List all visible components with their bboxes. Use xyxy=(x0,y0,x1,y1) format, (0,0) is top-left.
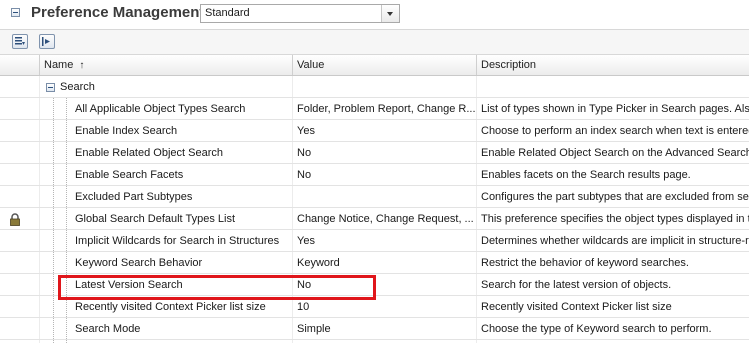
preference-description: Search for the latest version of objects… xyxy=(481,279,672,291)
collapse-all-button[interactable] xyxy=(39,34,55,49)
grid-header: Name ↑ Value Description xyxy=(0,55,749,76)
title-bar: Preference Management Standard xyxy=(0,0,749,28)
header-spacer xyxy=(0,55,39,75)
preference-name: Enable Index Search xyxy=(75,125,178,137)
preference-value: Folder, Problem Report, Change R... xyxy=(297,103,475,115)
preference-name: Implicit Wildcards for Search in Structu… xyxy=(75,235,280,247)
table-row[interactable]: All Applicable Object Types Search Folder… xyxy=(0,98,749,120)
preference-name: Keyword Search Behavior xyxy=(75,257,203,269)
preference-value: No xyxy=(297,169,312,181)
preference-description: List of types shown in Type Picker in Se… xyxy=(481,103,749,115)
collapse-group-icon[interactable] xyxy=(46,83,55,92)
preference-set-value: Standard xyxy=(205,7,250,19)
preference-description: Recently visited Context Picker list siz… xyxy=(481,301,672,313)
preference-description: Choose to perform an index search when t… xyxy=(481,125,749,137)
preference-value: No xyxy=(297,147,312,159)
table-row[interactable]: Enable Index Search Yes Choose to perform … xyxy=(0,120,749,142)
group-row-search[interactable]: Search xyxy=(0,76,749,98)
page-title: Preference Management xyxy=(31,4,205,21)
preference-name: Enable Related Object Search xyxy=(75,147,223,159)
sort-ascending-icon[interactable]: ↑ xyxy=(79,60,84,71)
preference-value: Keyword xyxy=(297,257,340,269)
preference-value: Change Notice, Change Request, ... xyxy=(297,213,474,225)
preference-description: Restrict the behavior of keyword searche… xyxy=(481,257,689,269)
preference-description: Enables facets on the Search results pag… xyxy=(481,169,691,181)
lock-icon xyxy=(10,213,20,226)
preference-name: Global Search Default Types List xyxy=(75,213,235,225)
column-header-name-label: Name xyxy=(44,59,74,71)
column-header-description[interactable]: Description xyxy=(476,55,749,75)
preference-description: This preference specifies the object typ… xyxy=(481,213,749,225)
highlight-box xyxy=(58,275,376,300)
preference-name: Search Mode xyxy=(75,323,141,335)
column-header-value-label: Value xyxy=(297,59,325,71)
list-expand-icon xyxy=(15,37,25,45)
arrow-right-bar-icon xyxy=(42,37,50,46)
preference-name: Enable Search Facets xyxy=(75,169,184,181)
chevron-down-icon[interactable] xyxy=(381,5,399,22)
table-row[interactable]: Keyword Search Behavior Keyword Restrict t… xyxy=(0,252,749,274)
preference-description: Determines whether wildcards are implici… xyxy=(481,235,749,247)
table-row[interactable]: Enable Search Facets No Enables facets on … xyxy=(0,164,749,186)
preference-set-select[interactable]: Standard xyxy=(200,4,400,23)
preference-description: Enable Related Object Search on the Adva… xyxy=(481,147,749,159)
collapse-panel-icon[interactable] xyxy=(11,8,20,17)
preference-name: Excluded Part Subtypes xyxy=(75,191,193,203)
table-row[interactable]: Implicit Wildcards for Search in Structu… xyxy=(0,230,749,252)
column-header-name[interactable]: Name ↑ xyxy=(39,55,292,75)
expand-all-button[interactable] xyxy=(12,34,28,49)
table-row[interactable]: Search Mode Simple Choose the type of Keyw… xyxy=(0,318,749,340)
table-row[interactable]: Excluded Part Subtypes Configures the par… xyxy=(0,186,749,208)
column-header-value[interactable]: Value xyxy=(292,55,476,75)
preference-value: Yes xyxy=(297,235,315,247)
preference-description: Configures the part subtypes that are ex… xyxy=(481,191,749,203)
table-row[interactable]: Global Search Default Types List Change N… xyxy=(0,208,749,230)
preference-value: Yes xyxy=(297,125,315,137)
toolbar xyxy=(0,29,749,55)
preference-value xyxy=(297,186,475,207)
table-row[interactable]: Enable Related Object Search No Enable Rel… xyxy=(0,142,749,164)
preference-name: All Applicable Object Types Search xyxy=(75,103,246,115)
preference-description: Choose the type of Keyword search to per… xyxy=(481,323,712,335)
column-header-description-label: Description xyxy=(481,59,537,71)
preference-value: Simple xyxy=(297,323,331,335)
group-label: Search xyxy=(60,81,95,93)
